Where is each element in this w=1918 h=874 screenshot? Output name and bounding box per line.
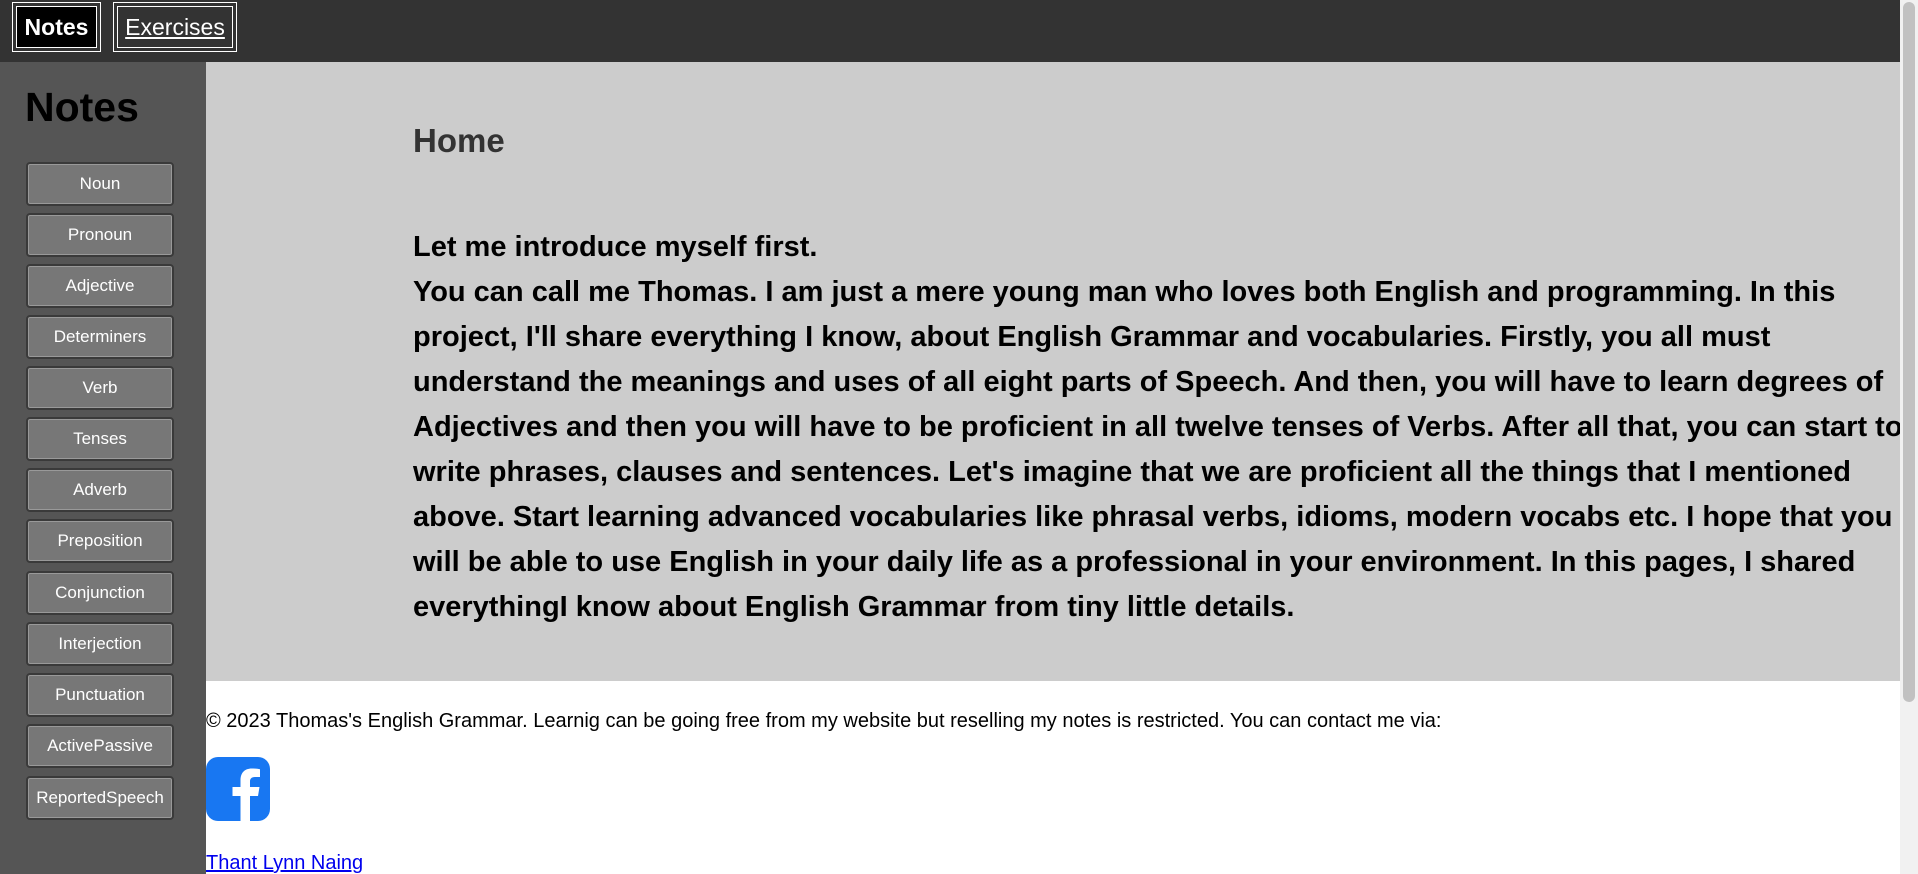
intro-body: You can call me Thomas. I am just a mere… xyxy=(413,276,1903,623)
sidebar-title: Notes xyxy=(25,84,139,130)
sidebar-item-noun[interactable]: Noun xyxy=(26,162,174,206)
sidebar-item-conjunction[interactable]: Conjunction xyxy=(26,571,174,615)
facebook-icon[interactable] xyxy=(206,757,270,821)
sidebar-item-adverb[interactable]: Adverb xyxy=(26,468,174,512)
tab-exercises-label: Exercises xyxy=(117,6,233,48)
top-navigation-bar: Notes Exercises xyxy=(0,0,1900,62)
footer-copyright: © 2023 Thomas's English Grammar. Learnig… xyxy=(206,710,1442,732)
sidebar-item-interjection[interactable]: Interjection xyxy=(26,622,174,666)
page-title: Home xyxy=(413,122,505,159)
contact-link[interactable]: Thant Lynn Naing xyxy=(206,852,363,874)
sidebar-item-tenses[interactable]: Tenses xyxy=(26,417,174,461)
scrollbar-thumb[interactable] xyxy=(1903,2,1915,702)
intro-text: Let me introduce myself first. You can c… xyxy=(413,225,1903,630)
sidebar-item-punctuation[interactable]: Punctuation xyxy=(26,673,174,717)
main-content: Home Let me introduce myself first. You … xyxy=(206,62,1903,681)
sidebar-item-activepassive[interactable]: ActivePassive xyxy=(26,724,174,768)
vertical-scrollbar[interactable] xyxy=(1900,0,1918,874)
sidebar-item-determiners[interactable]: Determiners xyxy=(26,315,174,359)
sidebar-item-verb[interactable]: Verb xyxy=(26,366,174,410)
sidebar-item-preposition[interactable]: Preposition xyxy=(26,519,174,563)
sidebar-item-pronoun[interactable]: Pronoun xyxy=(26,213,174,257)
sidebar-item-reportedspeech[interactable]: ReportedSpeech xyxy=(26,776,174,820)
sidebar: Notes Noun Pronoun Adjective Determiners… xyxy=(0,62,206,874)
tab-notes-label: Notes xyxy=(16,6,97,48)
sidebar-item-adjective[interactable]: Adjective xyxy=(26,264,174,308)
tab-notes[interactable]: Notes xyxy=(12,2,101,52)
tab-exercises[interactable]: Exercises xyxy=(113,2,237,52)
intro-heading: Let me introduce myself first. xyxy=(413,231,818,263)
